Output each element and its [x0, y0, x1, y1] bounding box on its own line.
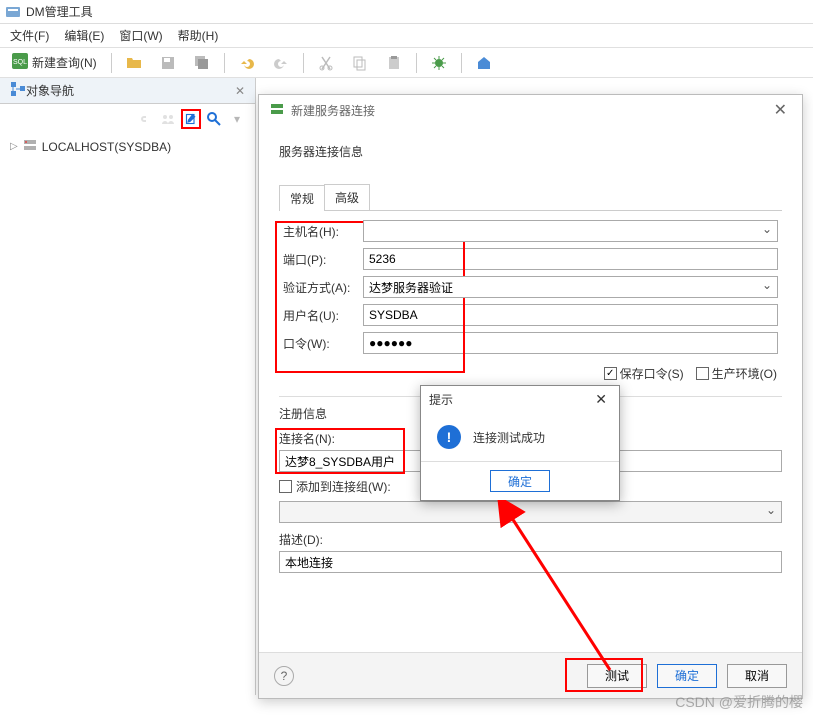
auth-select[interactable] — [363, 276, 778, 298]
home-button[interactable] — [469, 52, 499, 74]
checkbox-icon — [604, 367, 617, 380]
undo-button[interactable] — [232, 52, 262, 74]
dialog-close-button[interactable]: ✕ — [769, 100, 792, 120]
sidebar-tab-title: 对象导航 — [26, 82, 230, 99]
menu-help[interactable]: 帮助(H) — [178, 27, 219, 44]
tab-general[interactable]: 常规 — [279, 185, 325, 211]
group-icon[interactable] — [158, 109, 178, 129]
sidebar-tab-header: 对象导航 ✕ — [0, 78, 255, 104]
sidebar-tab-close-icon[interactable]: ✕ — [235, 84, 245, 98]
ok-button[interactable]: 确定 — [657, 664, 717, 688]
watermark: CSDN @爱折腾的樱 — [675, 692, 803, 712]
sidebar: 对象导航 ✕ ▾ ▷ LOCALHOST(SYSDBA) — [0, 78, 256, 695]
tree-icon — [10, 81, 26, 100]
menu-edit[interactable]: 编辑(E) — [64, 27, 104, 44]
help-button[interactable]: ? — [274, 666, 294, 686]
cut-button[interactable] — [311, 52, 341, 74]
desc-input[interactable] — [279, 551, 782, 573]
svg-text:SQL: SQL — [13, 59, 27, 66]
alert-message: 连接测试成功 — [473, 429, 545, 446]
menu-file[interactable]: 文件(F) — [10, 27, 49, 44]
info-icon: ! — [437, 425, 461, 449]
tree-root-node[interactable]: ▷ LOCALHOST(SYSDBA) — [10, 137, 245, 156]
host-label: 主机名(H): — [279, 217, 359, 245]
new-query-button[interactable]: SQL 新建查询(N) — [5, 50, 104, 75]
app-titlebar: DM管理工具 — [0, 0, 813, 24]
add-group-checkbox[interactable] — [279, 480, 292, 493]
new-query-label: 新建查询(N) — [32, 54, 97, 71]
save-pwd-checkbox[interactable]: 保存口令(S) — [604, 365, 684, 382]
edit-connection-button[interactable] — [181, 109, 201, 129]
alert-title: 提示 — [429, 391, 453, 408]
expand-arrow-icon[interactable]: ▷ — [10, 141, 18, 152]
copy-button[interactable] — [345, 52, 375, 74]
tree-root-label: LOCALHOST(SYSDBA) — [42, 140, 171, 154]
save-all-button[interactable] — [187, 52, 217, 74]
cancel-button[interactable]: 取消 — [727, 664, 787, 688]
host-input[interactable] — [363, 220, 778, 242]
dialog-title-text: 新建服务器连接 — [291, 102, 375, 119]
user-input[interactable] — [363, 304, 778, 326]
group-select[interactable] — [279, 501, 782, 523]
menubar: 文件(F) 编辑(E) 窗口(W) 帮助(H) — [0, 24, 813, 47]
pwd-label: 口令(W): — [279, 329, 359, 357]
toolbar-divider — [111, 53, 112, 73]
section-server-info: 服务器连接信息 — [279, 135, 782, 168]
app-title: DM管理工具 — [26, 3, 93, 20]
object-tree: ▷ LOCALHOST(SYSDBA) — [0, 132, 255, 161]
app-icon — [5, 4, 21, 20]
add-group-label: 添加到连接组(W): — [296, 478, 391, 495]
main-toolbar: SQL 新建查询(N) — [0, 47, 813, 78]
dialog-titlebar: 新建服务器连接 ✕ — [259, 95, 802, 125]
port-input[interactable] — [363, 248, 778, 270]
checkbox-icon — [696, 367, 709, 380]
dialog-icon — [269, 101, 285, 120]
toolbar-divider — [303, 53, 304, 73]
open-folder-button[interactable] — [119, 52, 149, 74]
server-icon — [22, 137, 38, 156]
menu-dropdown-icon[interactable]: ▾ — [227, 109, 247, 129]
alert-dialog: 提示 ✕ ! 连接测试成功 确定 — [420, 385, 620, 501]
prod-env-checkbox[interactable]: 生产环境(O) — [696, 365, 777, 382]
test-button[interactable]: 测试 — [587, 664, 647, 688]
sql-icon: SQL — [12, 53, 28, 72]
pwd-input[interactable] — [363, 332, 778, 354]
menu-window[interactable]: 窗口(W) — [119, 27, 162, 44]
dialog-subtabs: 常规 高级 — [279, 184, 782, 211]
debug-button[interactable] — [424, 52, 454, 74]
tab-advanced[interactable]: 高级 — [324, 184, 370, 210]
toolbar-divider — [224, 53, 225, 73]
port-label: 端口(P): — [279, 245, 359, 273]
user-label: 用户名(U): — [279, 301, 359, 329]
link-icon[interactable] — [135, 109, 155, 129]
paste-button[interactable] — [379, 52, 409, 74]
alert-ok-button[interactable]: 确定 — [490, 470, 550, 492]
save-button[interactable] — [153, 52, 183, 74]
desc-label: 描述(D): — [279, 531, 782, 548]
search-icon[interactable] — [204, 109, 224, 129]
alert-close-button[interactable]: ✕ — [591, 391, 611, 408]
toolbar-divider — [461, 53, 462, 73]
toolbar-divider — [416, 53, 417, 73]
redo-button[interactable] — [266, 52, 296, 74]
auth-label: 验证方式(A): — [279, 273, 359, 301]
sidebar-toolbar: ▾ — [0, 104, 255, 132]
